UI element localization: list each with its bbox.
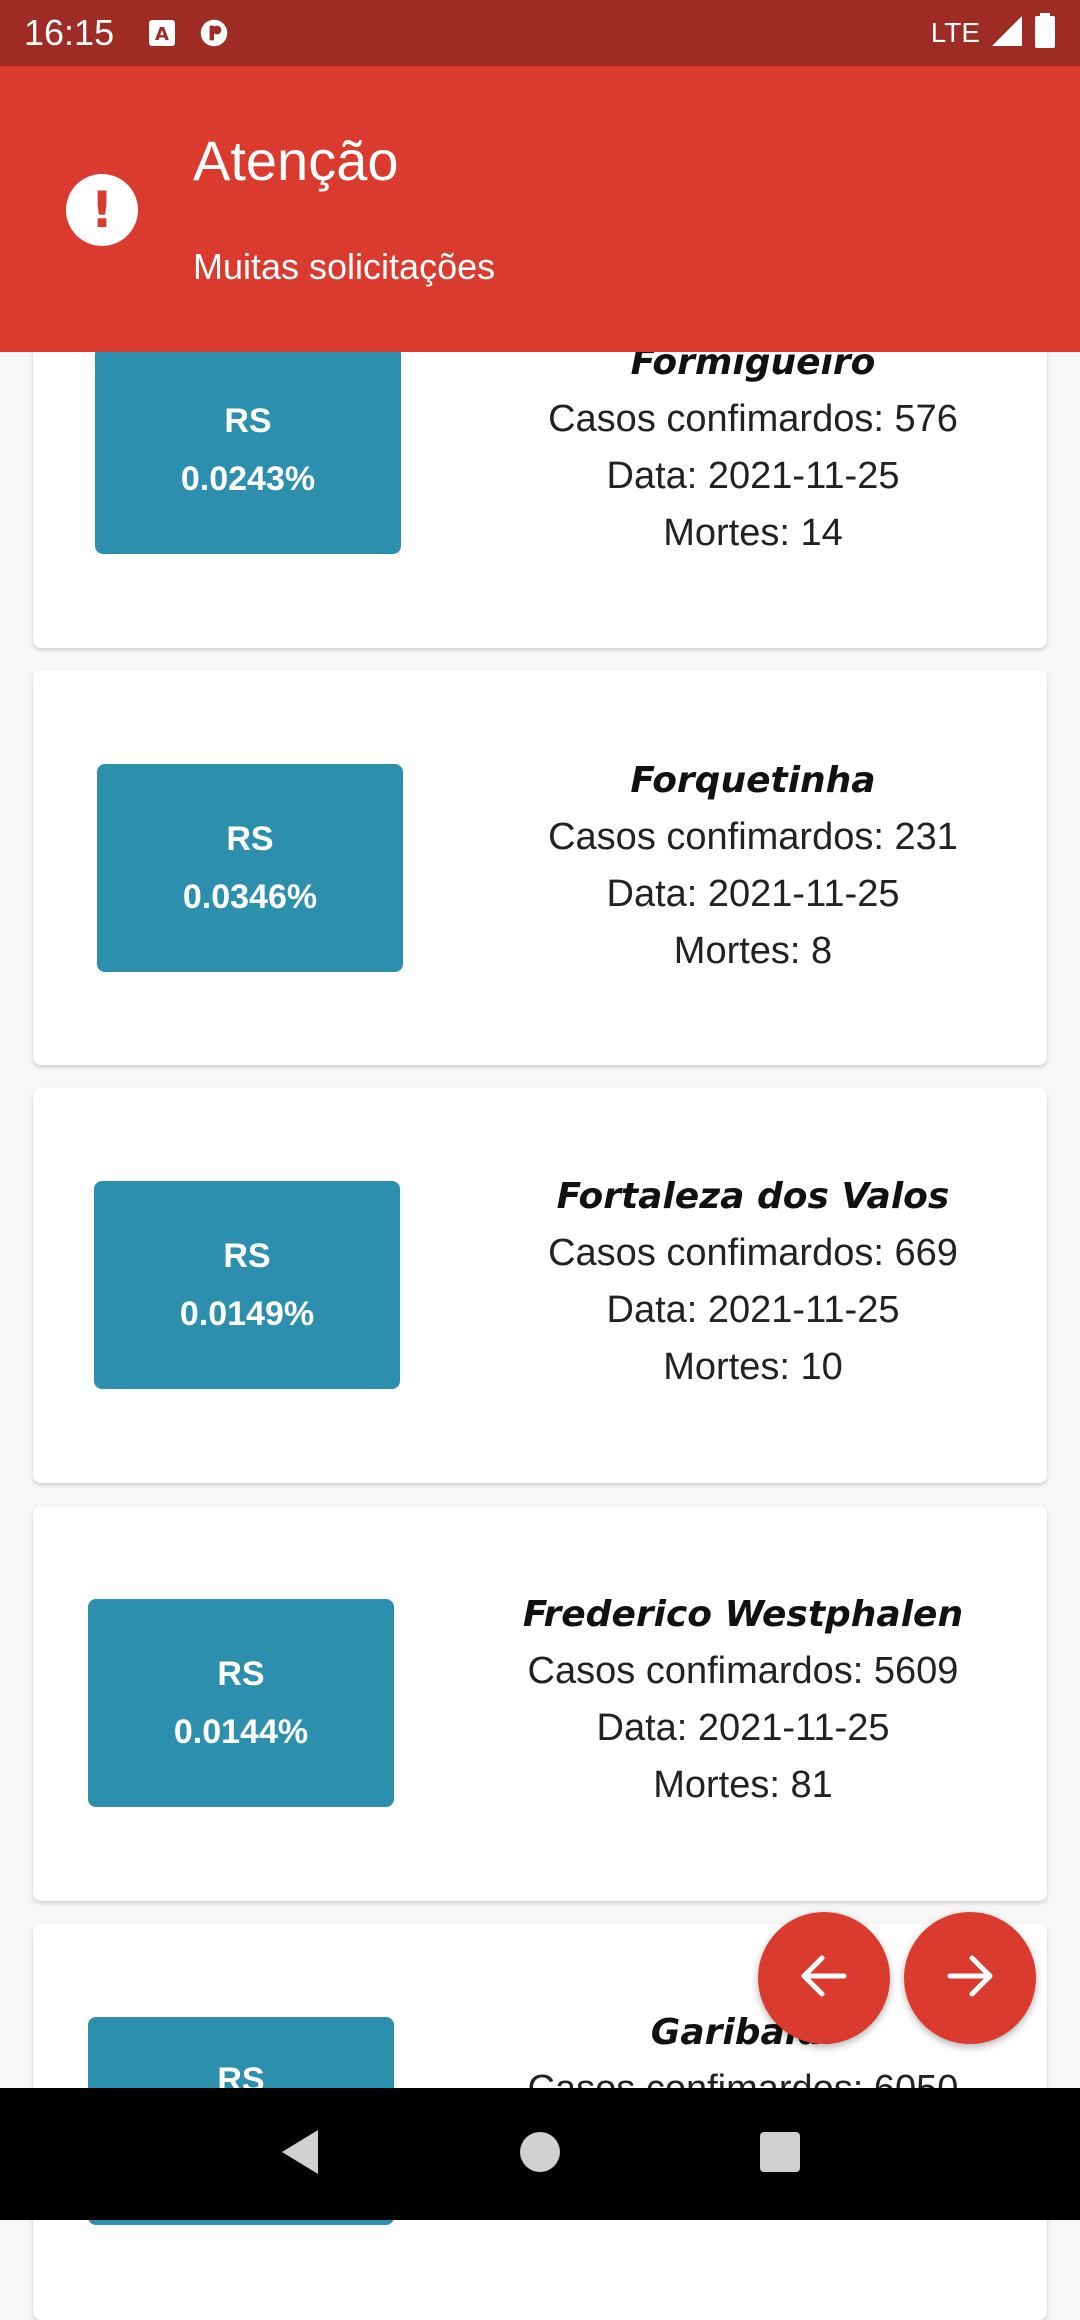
list-item[interactable]: RS 0.0346% Forquetinha Casos confimardos… <box>33 670 1047 1065</box>
city-name: Forquetinha <box>630 760 876 801</box>
deaths-label: Mortes: 10 <box>663 1346 843 1388</box>
next-page-button[interactable] <box>904 1912 1036 2044</box>
previous-page-button[interactable] <box>758 1912 890 2044</box>
status-time: 16:15 <box>24 12 115 53</box>
exclamation-icon: ! <box>66 174 138 246</box>
city-name: Fortaleza dos Valos <box>556 1176 950 1217</box>
date-label: Data: 2021-11-25 <box>606 873 900 915</box>
date-label: Data: 2021-11-25 <box>606 1289 900 1331</box>
network-type: LTE <box>930 17 980 48</box>
cases-label: Casos confimardos: 231 <box>548 816 958 858</box>
signal-icon <box>990 14 1024 52</box>
rate-label: 0.0144% <box>173 1713 309 1751</box>
city-info: Formigueiro Casos confimardos: 576 Data:… <box>493 334 1013 562</box>
state-badge: RS 0.0144% <box>88 1599 394 1807</box>
deaths-label: Mortes: 8 <box>673 930 833 972</box>
state-label: RS <box>223 1237 271 1275</box>
date-label: Data: 2021-11-25 <box>596 1707 890 1749</box>
state-badge: RS 0.0243% <box>95 346 401 554</box>
system-navigation-bar <box>0 2088 1080 2220</box>
city-info: Fortaleza dos Valos Casos confimardos: 6… <box>493 1168 1013 1396</box>
cases-label: Casos confimardos: 5609 <box>527 1650 959 1692</box>
state-badge: RS 0.0346% <box>97 764 403 972</box>
deaths-label: Mortes: 81 <box>653 1764 833 1806</box>
alert-message: Muitas solicitações <box>193 246 496 287</box>
state-badge: RS 0.0149% <box>94 1181 400 1389</box>
state-label: RS <box>224 402 272 440</box>
state-label: RS <box>226 820 274 858</box>
date-label: Data: 2021-11-25 <box>606 455 900 497</box>
list-item[interactable]: RS 0.0149% Fortaleza dos Valos Casos con… <box>33 1088 1047 1483</box>
arrow-right-icon <box>942 1948 998 2008</box>
cases-label: Casos confimardos: 576 <box>548 398 958 440</box>
arrow-left-icon <box>796 1948 852 2008</box>
notification-app-icon <box>200 19 228 47</box>
rate-label: 0.0243% <box>180 460 316 498</box>
back-icon[interactable] <box>278 2128 322 2180</box>
rate-label: 0.0346% <box>182 878 318 916</box>
deaths-label: Mortes: 14 <box>663 512 843 554</box>
battery-icon <box>1034 13 1056 53</box>
city-info: Frederico Westphalen Casos confimardos: … <box>483 1586 1003 1814</box>
state-label: RS <box>217 1655 265 1693</box>
recents-icon[interactable] <box>758 2130 802 2178</box>
svg-text:A: A <box>155 24 169 45</box>
alert-banner[interactable]: ! Atenção Muitas solicitações <box>0 66 1080 352</box>
rate-label: 0.0149% <box>179 1295 315 1333</box>
cases-label: Casos confimardos: 669 <box>548 1232 958 1274</box>
alert-title: Atenção <box>193 129 399 192</box>
list-item[interactable]: RS 0.0144% Frederico Westphalen Casos co… <box>33 1506 1047 1901</box>
notification-a-icon: A <box>148 19 176 47</box>
status-bar: 16:15 A LTE <box>0 0 1080 66</box>
city-name: Frederico Westphalen <box>522 1594 964 1635</box>
city-info: Forquetinha Casos confimardos: 231 Data:… <box>493 752 1013 980</box>
home-icon[interactable] <box>518 2130 562 2178</box>
